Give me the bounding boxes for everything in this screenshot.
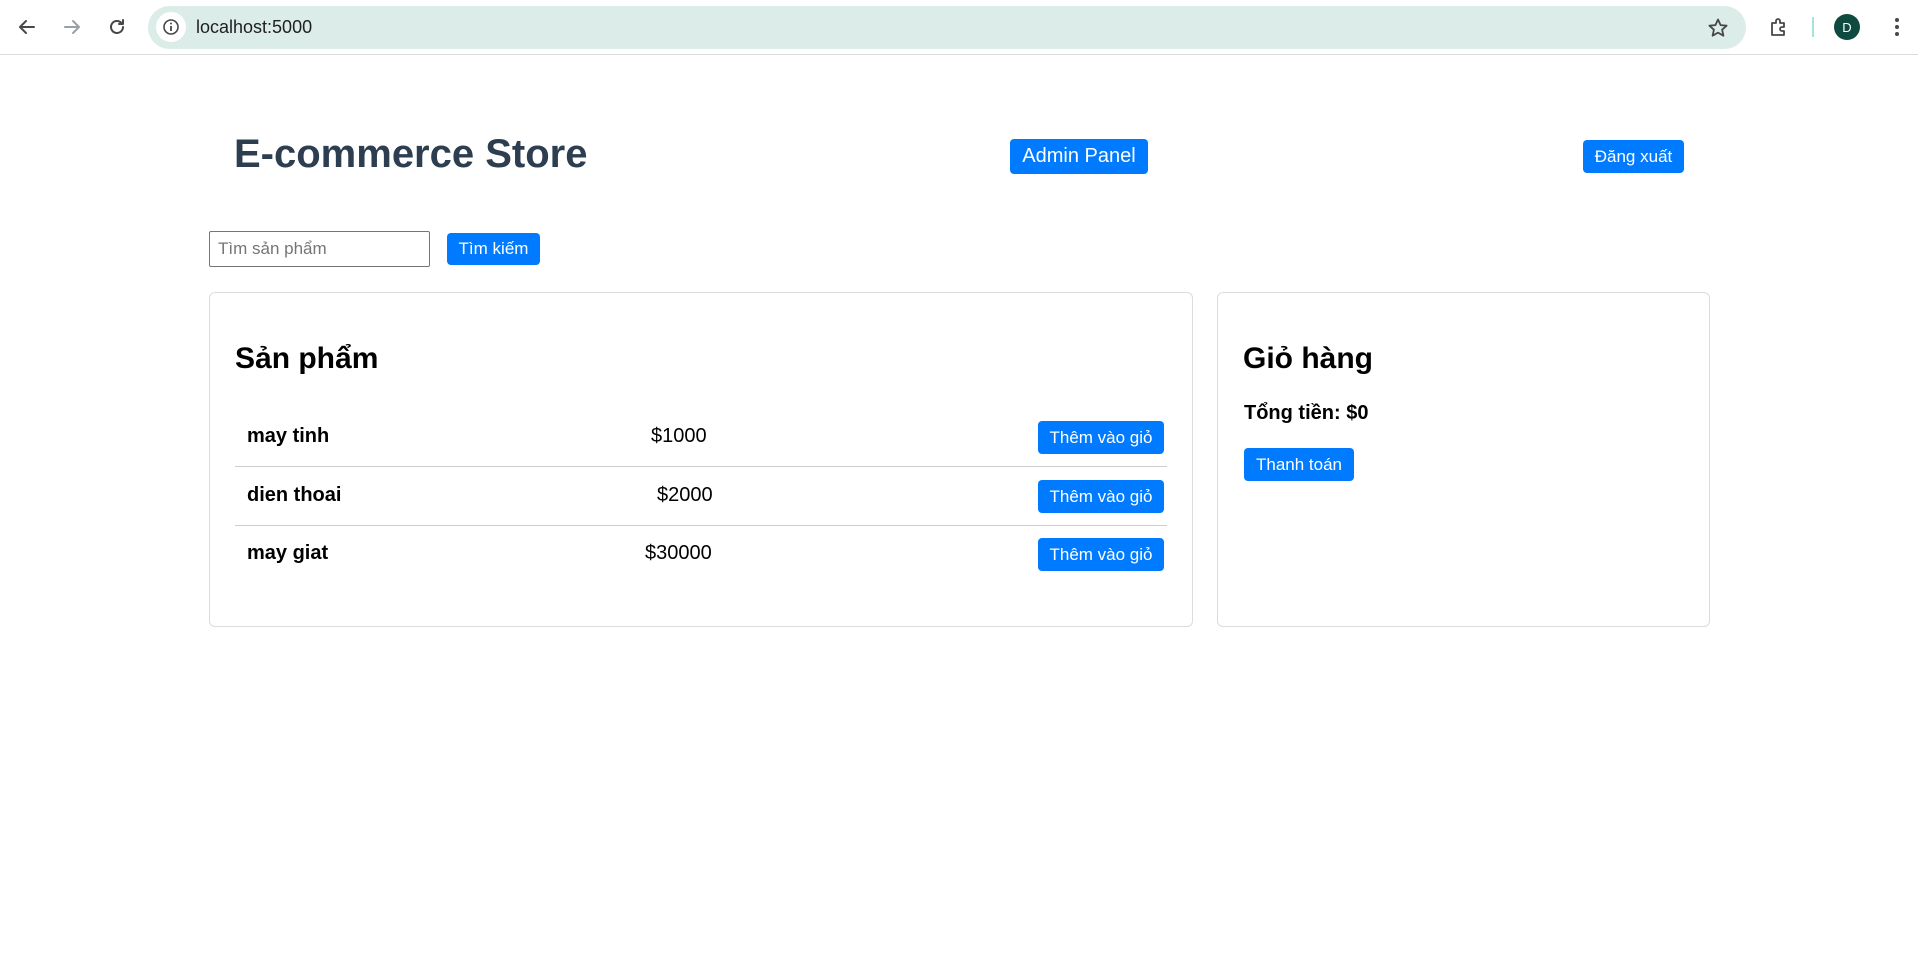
cart-total: Tổng tiền: $0 (1244, 402, 1369, 424)
puzzle-icon (1771, 18, 1785, 36)
product-price: $2000 (657, 484, 713, 506)
forward-button[interactable] (55, 10, 89, 44)
page-content: E-commerce Store Admin Panel Đăng xuất T… (0, 56, 1918, 969)
products-heading: Sản phẩm (235, 342, 379, 375)
cart-panel: Giỏ hàng Tổng tiền: $0 Thanh toán (1217, 292, 1710, 627)
search-button[interactable]: Tìm kiếm (447, 233, 540, 265)
product-price: $1000 (651, 425, 707, 447)
product-row: may tinh $1000 Thêm vào giỏ (235, 409, 1167, 467)
star-icon (1708, 18, 1728, 37)
product-row: may giat $30000 Thêm vào giỏ (235, 526, 1167, 584)
reload-button[interactable] (100, 10, 134, 44)
browser-toolbar: localhost:5000 D (0, 0, 1918, 55)
url-text[interactable]: localhost:5000 (196, 17, 312, 38)
admin-panel-button[interactable]: Admin Panel (1010, 139, 1148, 174)
kebab-menu-icon (1895, 18, 1899, 36)
product-price: $30000 (645, 542, 712, 564)
product-name: may giat (247, 542, 329, 564)
profile-avatar[interactable]: D (1834, 14, 1860, 40)
toolbar-divider (1812, 17, 1814, 37)
back-arrow-icon (19, 20, 35, 34)
extensions-button[interactable] (1764, 12, 1794, 42)
address-bar[interactable]: localhost:5000 (148, 6, 1746, 49)
search-input[interactable] (209, 231, 430, 267)
products-panel: Sản phẩm may tinh $1000 Thêm vào giỏ die… (209, 292, 1193, 627)
reload-icon (110, 19, 124, 34)
product-row: dien thoai $2000 Thêm vào giỏ (235, 468, 1167, 526)
add-to-cart-button[interactable]: Thêm vào giỏ (1038, 421, 1164, 454)
site-info-button[interactable] (156, 12, 186, 42)
page-title: E-commerce Store (234, 132, 588, 176)
cart-heading: Giỏ hàng (1243, 342, 1373, 375)
product-name: dien thoai (247, 484, 342, 506)
logout-button[interactable]: Đăng xuất (1583, 140, 1684, 173)
add-to-cart-button[interactable]: Thêm vào giỏ (1038, 480, 1164, 513)
product-name: may tinh (247, 425, 330, 447)
browser-menu-button[interactable] (1884, 12, 1910, 42)
checkout-button[interactable]: Thanh toán (1244, 448, 1354, 481)
forward-arrow-icon (64, 20, 80, 34)
info-icon (163, 19, 179, 35)
bookmark-button[interactable] (1704, 14, 1732, 42)
add-to-cart-button[interactable]: Thêm vào giỏ (1038, 538, 1164, 571)
back-button[interactable] (10, 10, 44, 44)
